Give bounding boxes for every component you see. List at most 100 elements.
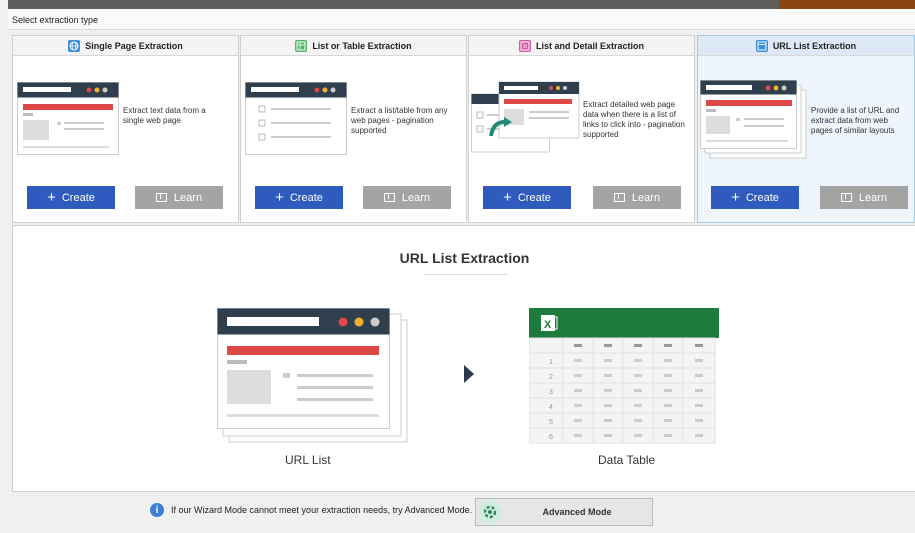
card-header: URL List Extraction bbox=[698, 36, 914, 56]
learn-label: Learn bbox=[401, 191, 431, 204]
table-cell bbox=[529, 337, 564, 354]
table-icon bbox=[295, 39, 308, 52]
cell-mark bbox=[574, 404, 582, 407]
header-mark bbox=[574, 344, 582, 347]
list-detail-icon bbox=[518, 39, 531, 52]
book-icon bbox=[383, 193, 395, 202]
header-mark bbox=[664, 344, 672, 347]
url-list-large-illustration bbox=[217, 308, 408, 443]
create-label: Create bbox=[289, 191, 323, 204]
plus-icon: + bbox=[47, 189, 56, 206]
row-number: 2 bbox=[549, 374, 553, 381]
list-table-illustration bbox=[245, 82, 347, 155]
create-button[interactable]: + Create bbox=[483, 186, 571, 209]
row-number: 3 bbox=[549, 389, 553, 396]
wizard-hint-text: If our Wizard Mode cannot meet your extr… bbox=[171, 505, 473, 515]
card-header: List or Table Extraction bbox=[241, 36, 466, 56]
card-title: List or Table Extraction bbox=[312, 40, 412, 51]
plus-icon: + bbox=[503, 189, 512, 206]
plus-icon: + bbox=[275, 189, 284, 206]
table-cell bbox=[529, 427, 564, 444]
card-title: URL List Extraction bbox=[772, 40, 857, 51]
cell-mark bbox=[664, 359, 672, 362]
cell-mark bbox=[695, 434, 703, 437]
cell-mark bbox=[634, 359, 642, 362]
header-mark bbox=[604, 344, 612, 347]
cell-mark bbox=[695, 419, 703, 422]
section-label: Select extraction type bbox=[12, 15, 99, 25]
url-list-illustration bbox=[700, 80, 807, 159]
card-description: Extract a list/table from any web pages … bbox=[351, 106, 448, 135]
row-number: 4 bbox=[549, 404, 553, 411]
cell-mark bbox=[664, 434, 672, 437]
card-list-table[interactable]: List or Table Extraction Extract a list/… bbox=[240, 35, 467, 223]
cell-mark bbox=[664, 404, 672, 407]
card-description: Extract detailed web page data when ther… bbox=[583, 100, 685, 139]
book-icon bbox=[155, 193, 167, 202]
card-title: List and Detail Extraction bbox=[535, 40, 645, 51]
card-description: Extract text data from a single web page bbox=[123, 106, 206, 125]
window-top-bar bbox=[8, 0, 915, 9]
data-table-caption: Data Table bbox=[598, 453, 656, 467]
cell-mark bbox=[604, 404, 612, 407]
card-description: Provide a list of URL and extract data f… bbox=[811, 106, 900, 135]
header-strip bbox=[8, 9, 915, 30]
learn-button[interactable]: Learn bbox=[135, 186, 223, 209]
header-mark bbox=[634, 344, 642, 347]
cell-mark bbox=[574, 374, 582, 377]
card-title: Single Page Extraction bbox=[85, 40, 183, 51]
advanced-mode-label: Advanced Mode bbox=[542, 507, 612, 517]
cell-mark bbox=[634, 404, 642, 407]
learn-label: Learn bbox=[858, 191, 888, 204]
create-button[interactable]: + Create bbox=[27, 186, 115, 209]
create-button[interactable]: + Create bbox=[255, 186, 343, 209]
cell-mark bbox=[574, 419, 582, 422]
cell-mark bbox=[695, 389, 703, 392]
cell-mark bbox=[695, 374, 703, 377]
card-list-detail[interactable]: List and Detail Extraction Extract detai… bbox=[468, 35, 695, 223]
cell-mark bbox=[574, 434, 582, 437]
table-cell bbox=[529, 382, 564, 399]
cell-mark bbox=[695, 404, 703, 407]
header-mark bbox=[695, 344, 703, 347]
cell-mark bbox=[634, 419, 642, 422]
cell-mark bbox=[604, 374, 612, 377]
row-number: 6 bbox=[549, 434, 553, 441]
learn-button[interactable]: Learn bbox=[363, 186, 451, 209]
row-number: 5 bbox=[549, 419, 553, 426]
url-list-caption: URL List bbox=[285, 453, 331, 467]
learn-button[interactable]: Learn bbox=[593, 186, 681, 209]
detail-panel: URL List Extraction X 123456 URL List Da… bbox=[12, 225, 915, 492]
create-label: Create bbox=[745, 191, 779, 204]
card-header: List and Detail Extraction bbox=[469, 36, 694, 56]
detail-title: URL List Extraction bbox=[399, 250, 530, 266]
cell-mark bbox=[664, 389, 672, 392]
create-button[interactable]: + Create bbox=[711, 186, 799, 209]
cell-mark bbox=[574, 359, 582, 362]
cell-mark bbox=[604, 359, 612, 362]
info-icon: i bbox=[150, 503, 164, 517]
arrow-right-icon bbox=[464, 365, 474, 383]
advanced-mode-button[interactable]: Advanced Mode bbox=[475, 498, 653, 526]
cell-mark bbox=[664, 374, 672, 377]
cell-mark bbox=[634, 434, 642, 437]
cell-mark bbox=[634, 389, 642, 392]
card-header: Single Page Extraction bbox=[13, 36, 238, 56]
list-detail-illustration bbox=[471, 81, 580, 153]
table-cell bbox=[529, 367, 564, 384]
cell-mark bbox=[695, 359, 703, 362]
table-cell bbox=[529, 352, 564, 369]
learn-button[interactable]: Learn bbox=[820, 186, 908, 209]
cell-mark bbox=[604, 434, 612, 437]
card-single-page[interactable]: Single Page Extraction Extract text data… bbox=[12, 35, 239, 223]
plus-icon: + bbox=[731, 189, 740, 206]
url-list-icon bbox=[755, 39, 768, 52]
cell-mark bbox=[634, 374, 642, 377]
card-url-list[interactable]: URL List Extraction Provide a list of UR… bbox=[697, 35, 915, 223]
data-table-illustration: X 123456 bbox=[529, 308, 719, 444]
table-cell bbox=[529, 397, 564, 414]
single-page-illustration bbox=[17, 82, 119, 155]
cell-mark bbox=[604, 419, 612, 422]
book-icon bbox=[840, 193, 852, 202]
book-icon bbox=[613, 193, 625, 202]
